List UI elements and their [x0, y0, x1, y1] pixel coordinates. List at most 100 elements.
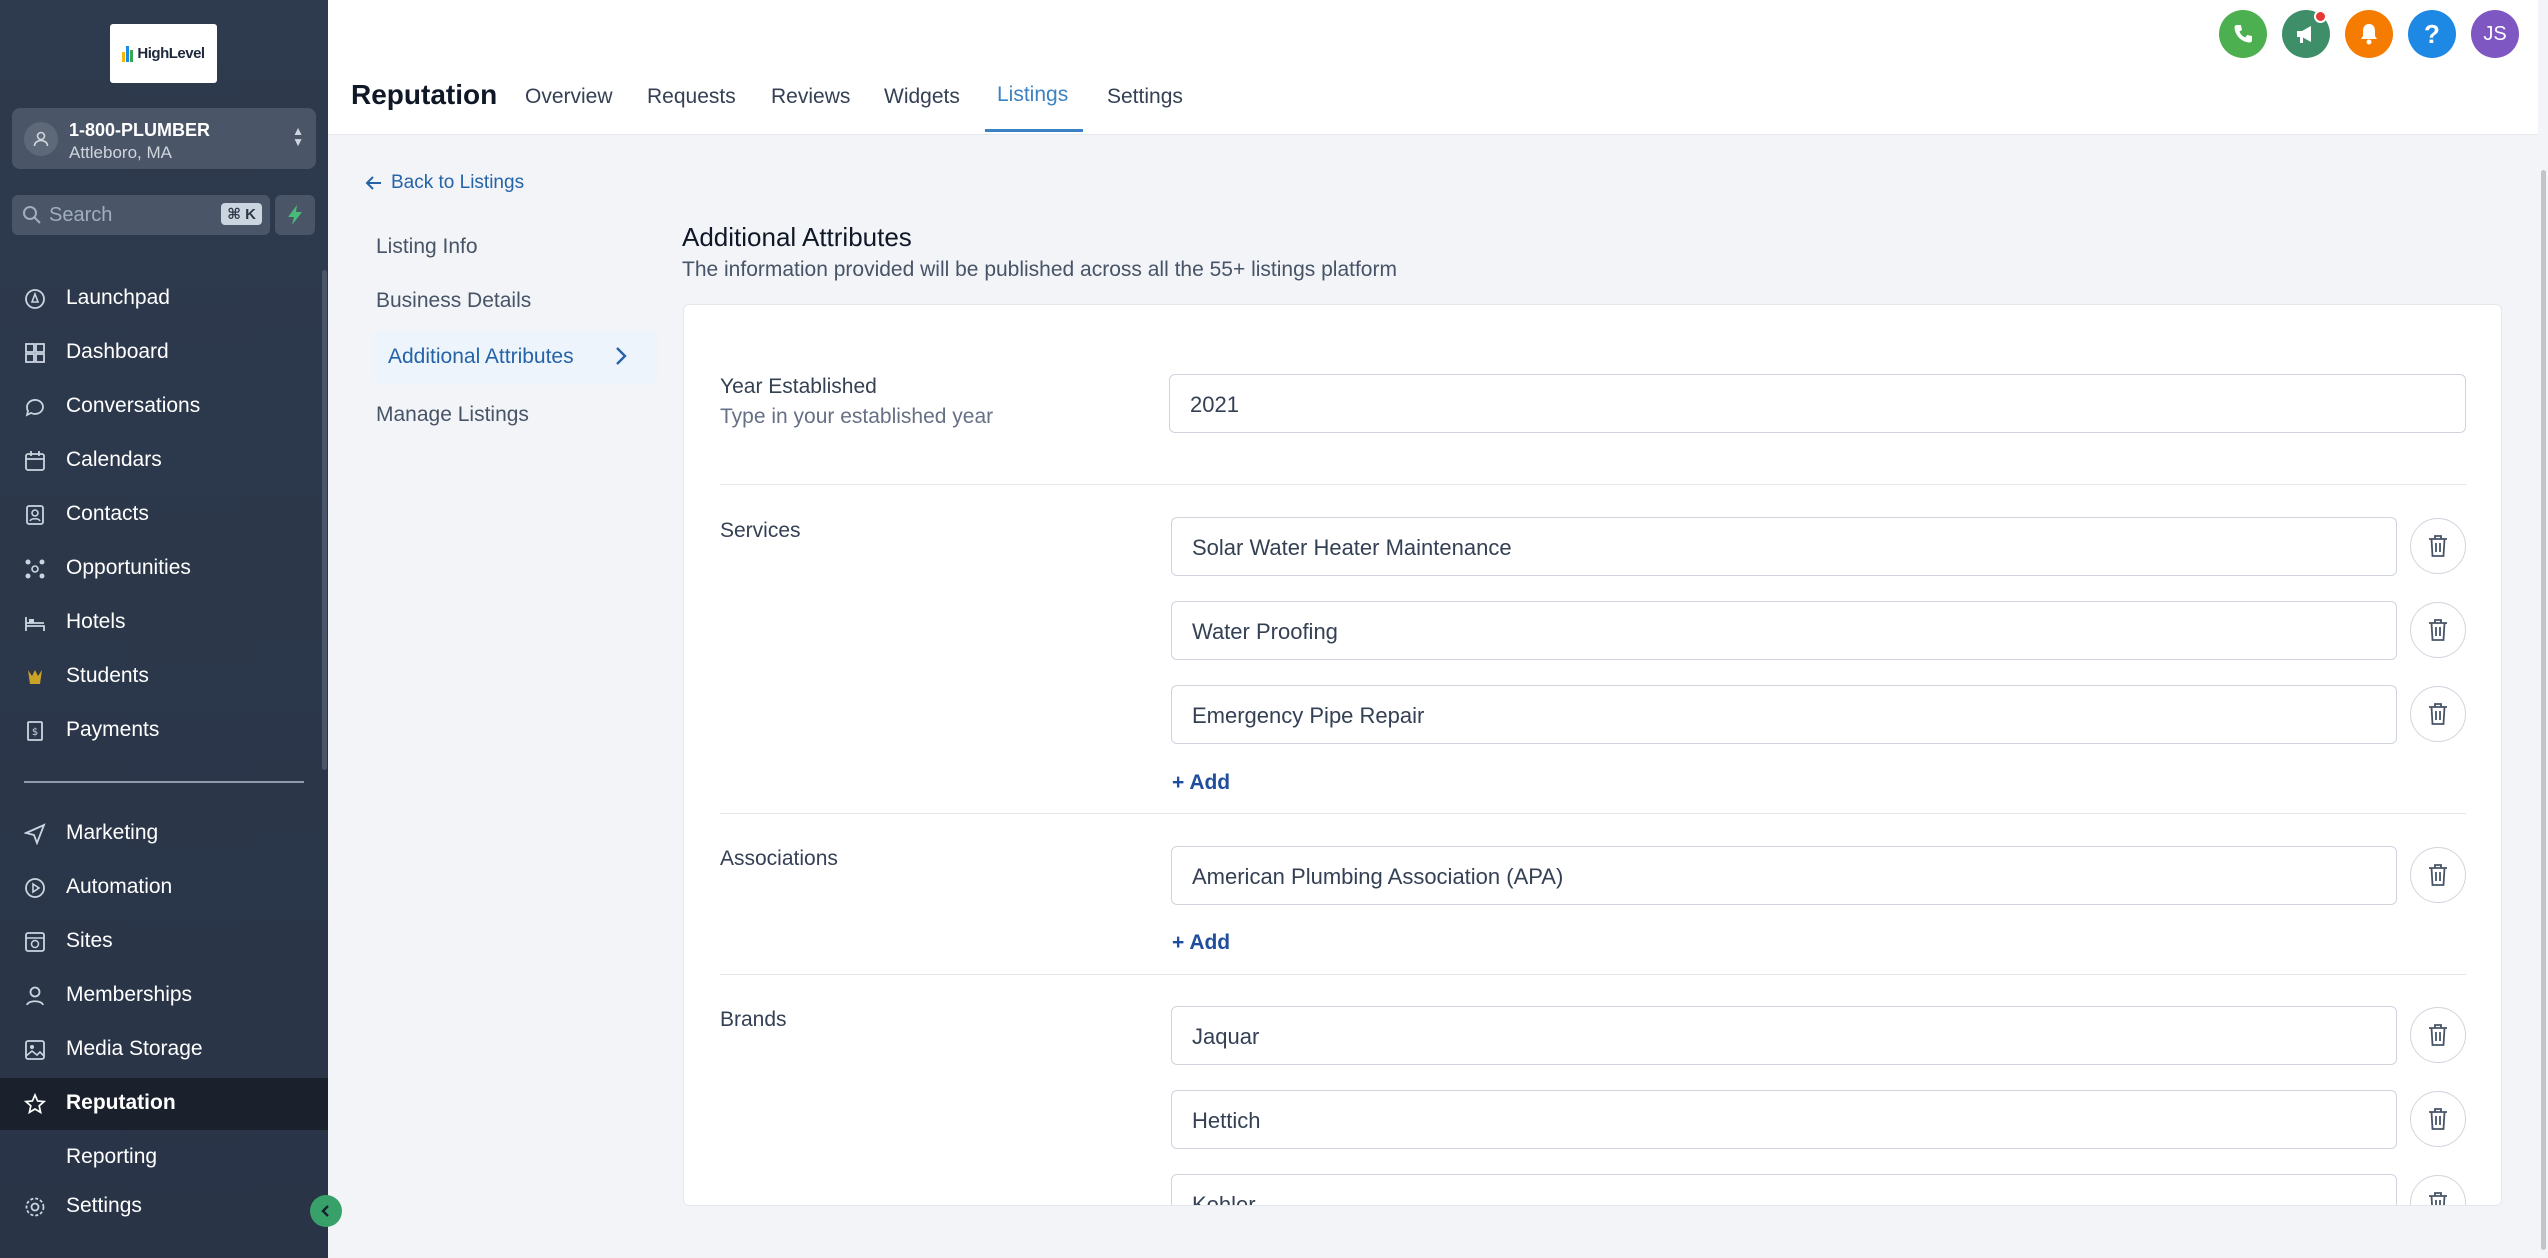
- trash-icon: [2429, 864, 2447, 886]
- back-to-listings-link[interactable]: Back to Listings: [365, 172, 524, 194]
- collapse-sidebar-button[interactable]: [310, 1195, 342, 1227]
- brand-logo[interactable]: HighLevel: [110, 24, 217, 83]
- user-avatar[interactable]: JS: [2471, 10, 2519, 58]
- page-title: Reputation: [351, 79, 498, 110]
- tab-settings[interactable]: Settings: [1107, 85, 1183, 109]
- section-title: Additional Attributes: [682, 222, 912, 252]
- service-input[interactable]: Solar Water Heater Maintenance: [1171, 517, 2397, 576]
- sidebar-item-launchpad[interactable]: Launchpad: [0, 273, 328, 323]
- star-icon: [24, 1093, 46, 1115]
- sidebar-item-memberships[interactable]: Memberships: [0, 970, 328, 1020]
- sidebar-item-media-storage[interactable]: Media Storage: [0, 1024, 328, 1074]
- user-icon: [24, 122, 58, 156]
- row-divider: [720, 813, 2466, 814]
- sidebar-item-dashboard[interactable]: Dashboard: [0, 327, 328, 377]
- trash-icon: [2429, 1024, 2447, 1046]
- sidebar-item-payments[interactable]: $ Payments: [0, 705, 328, 755]
- tab-reviews[interactable]: Reviews: [771, 85, 850, 109]
- account-name: 1-800-PLUMBER: [69, 120, 211, 140]
- payments-icon: $: [27, 721, 43, 741]
- sidebar-item-contacts[interactable]: Contacts: [0, 489, 328, 539]
- sidebar-item-calendars[interactable]: Calendars: [0, 435, 328, 485]
- search-shortcut: ⌘ K: [221, 203, 262, 225]
- sidebar-item-label: Students: [66, 664, 149, 687]
- sidebar-scrollbar[interactable]: [322, 270, 327, 770]
- trash-icon: [2429, 1108, 2447, 1130]
- search-input[interactable]: Search ⌘ K: [12, 195, 270, 235]
- attributes-card: Year Established Type in your establishe…: [683, 304, 2502, 1206]
- subnav-listing-info[interactable]: Listing Info: [376, 235, 478, 259]
- sidebar-divider: [24, 781, 304, 783]
- add-association-link[interactable]: + Add: [1172, 931, 1230, 955]
- sidebar-item-label: Media Storage: [66, 1037, 203, 1060]
- sidebar-item-label: Calendars: [66, 448, 162, 471]
- chevron-updown-icon: ▲ ▼: [292, 124, 304, 149]
- subnav-business-details[interactable]: Business Details: [376, 289, 531, 313]
- associations-label: Associations: [720, 847, 838, 870]
- help-button[interactable]: ?: [2408, 10, 2456, 58]
- delete-service-button[interactable]: [2410, 518, 2466, 574]
- trash-icon: [2429, 703, 2447, 725]
- delete-brand-button[interactable]: [2410, 1007, 2466, 1063]
- tab-requests[interactable]: Requests: [647, 85, 736, 109]
- trash-icon: [2429, 1192, 2447, 1205]
- sidebar-item-label: Automation: [66, 875, 173, 898]
- main-scrollbar-thumb[interactable]: [2541, 170, 2546, 1250]
- sidebar-item-hotels[interactable]: Hotels: [0, 597, 328, 647]
- association-input[interactable]: American Plumbing Association (APA): [1171, 846, 2397, 905]
- search-icon: [22, 205, 42, 230]
- sidebar-item-reputation[interactable]: Reputation: [0, 1078, 328, 1130]
- sidebar-item-sites[interactable]: Sites: [0, 916, 328, 966]
- sidebar-item-settings[interactable]: Settings: [0, 1181, 328, 1231]
- announcements-button[interactable]: [2282, 10, 2330, 58]
- account-switcher[interactable]: 1-800-PLUMBER Attleboro, MA ▲ ▼: [12, 108, 316, 169]
- brand-value: Hettich: [1192, 1108, 1261, 1133]
- service-input[interactable]: Water Proofing: [1171, 601, 2397, 660]
- sidebar-item-label: Marketing: [66, 821, 159, 844]
- tab-listings[interactable]: Listings: [997, 83, 1068, 107]
- back-link-label: Back to Listings: [391, 172, 525, 193]
- delete-service-button[interactable]: [2410, 686, 2466, 742]
- avatar-initials: JS: [2483, 22, 2507, 45]
- tab-widgets[interactable]: Widgets: [884, 85, 960, 109]
- phone-button[interactable]: [2219, 10, 2267, 58]
- arrow-left-icon: [365, 176, 381, 190]
- trash-icon: [2429, 619, 2447, 641]
- automation-icon: [25, 878, 45, 898]
- brand-value: Jaquar: [1192, 1024, 1260, 1049]
- question-icon: ?: [2424, 18, 2440, 49]
- service-input[interactable]: Emergency Pipe Repair: [1171, 685, 2397, 744]
- association-value: American Plumbing Association (APA): [1192, 864, 1564, 889]
- service-value: Water Proofing: [1192, 619, 1338, 644]
- tab-overview[interactable]: Overview: [525, 85, 613, 109]
- notifications-button[interactable]: [2345, 10, 2393, 58]
- opportunities-icon: [25, 559, 45, 579]
- quick-actions-button[interactable]: [275, 195, 315, 235]
- bolt-icon: [288, 205, 302, 225]
- bed-icon: [25, 617, 45, 631]
- search-placeholder: Search: [49, 204, 113, 226]
- brand-input[interactable]: Hettich: [1171, 1090, 2397, 1149]
- sidebar-item-students[interactable]: Students: [0, 651, 328, 701]
- brand-input[interactable]: Jaquar: [1171, 1006, 2397, 1065]
- brand-input[interactable]: Kohler: [1171, 1174, 2397, 1205]
- sidebar: HighLevel 1-800-PLUMBER Attleboro, MA ▲ ▼…: [0, 0, 342, 1258]
- delete-association-button[interactable]: [2410, 847, 2466, 903]
- sidebar-item-automation[interactable]: Automation: [0, 862, 328, 912]
- sidebar-item-opportunities[interactable]: Opportunities: [0, 543, 328, 593]
- calendar-icon: [25, 451, 45, 471]
- add-service-link[interactable]: + Add: [1172, 771, 1230, 795]
- sidebar-item-label: Sites: [66, 929, 113, 952]
- sidebar-item-label: Opportunities: [66, 556, 191, 579]
- delete-brand-button[interactable]: [2410, 1175, 2466, 1205]
- memberships-icon: [26, 986, 44, 1006]
- service-value: Emergency Pipe Repair: [1192, 703, 1425, 728]
- service-value: Solar Water Heater Maintenance: [1192, 535, 1512, 560]
- year-established-input[interactable]: 2021: [1169, 374, 2466, 433]
- sidebar-item-conversations[interactable]: Conversations: [0, 381, 328, 431]
- delete-brand-button[interactable]: [2410, 1091, 2466, 1147]
- delete-service-button[interactable]: [2410, 602, 2466, 658]
- subnav-manage-listings[interactable]: Manage Listings: [376, 403, 529, 427]
- sidebar-item-reporting[interactable]: Reporting: [0, 1132, 328, 1172]
- sidebar-item-marketing[interactable]: Marketing: [0, 808, 328, 858]
